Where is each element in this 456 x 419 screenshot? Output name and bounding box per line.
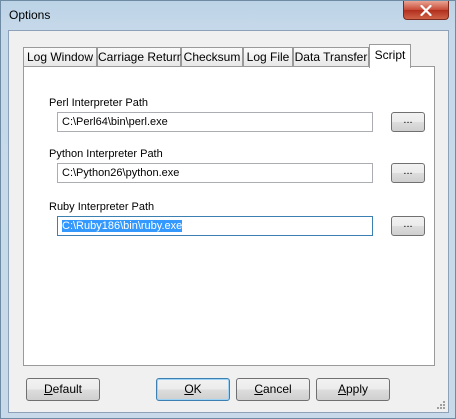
- close-icon: [420, 4, 432, 16]
- python-path-input[interactable]: C:\Python26\python.exe: [57, 163, 373, 183]
- perl-path-input[interactable]: C:\Perl64\bin\perl.exe: [57, 112, 373, 132]
- resize-grip-icon[interactable]: [436, 400, 446, 410]
- tab-label: Log Window: [26, 50, 94, 64]
- tab-script[interactable]: Script: [369, 44, 411, 68]
- default-label-rest: efault: [52, 382, 83, 396]
- ruby-path-input[interactable]: C:\Ruby186\bin\ruby.exe: [57, 216, 373, 236]
- script-tab-panel: Perl Interpreter Path C:\Perl64\bin\perl…: [23, 66, 435, 366]
- ruby-path-selected-text: C:\Ruby186\bin\ruby.exe: [62, 220, 183, 232]
- tab-log-window[interactable]: Log Window: [23, 47, 97, 67]
- cancel-button[interactable]: Cancel: [236, 378, 310, 401]
- tab-label: Data Transfer: [294, 50, 368, 64]
- ok-label-rest: K: [193, 382, 202, 396]
- tab-data-transfer[interactable]: Data Transfer: [293, 47, 369, 67]
- options-window: Options Log Window Carriage Return Check…: [0, 0, 456, 419]
- window-title: Options: [9, 8, 51, 22]
- tab-label: Checksum: [183, 50, 241, 64]
- close-button[interactable]: [403, 1, 449, 20]
- cancel-accel: C: [254, 382, 263, 396]
- ruby-path-label: Ruby Interpreter Path: [49, 201, 155, 213]
- python-browse-button[interactable]: ...: [391, 163, 425, 183]
- ruby-browse-button[interactable]: ...: [391, 216, 425, 236]
- tab-label: Log File: [246, 50, 290, 64]
- tab-label: Carriage Return: [98, 50, 184, 64]
- tab-label: Script: [374, 48, 406, 62]
- apply-accel: A: [337, 382, 346, 396]
- perl-browse-button[interactable]: ...: [391, 112, 425, 132]
- apply-button[interactable]: Apply: [316, 378, 390, 401]
- default-accel: D: [43, 382, 53, 396]
- perl-path-label: Perl Interpreter Path: [49, 97, 149, 109]
- tab-carriage-return[interactable]: Carriage Return: [97, 47, 184, 67]
- dialog-client-area: Log Window Carriage Return Checksum Log …: [8, 30, 449, 413]
- tab-log-file[interactable]: Log File: [243, 47, 293, 67]
- python-path-label: Python Interpreter Path: [49, 148, 163, 160]
- ok-accel: O: [184, 382, 194, 396]
- cancel-label-rest: ancel: [262, 382, 292, 396]
- apply-label-rest: pply: [346, 382, 369, 396]
- tab-checksum[interactable]: Checksum: [181, 47, 243, 67]
- default-button[interactable]: Default: [26, 378, 100, 401]
- ok-button[interactable]: OK: [156, 378, 230, 401]
